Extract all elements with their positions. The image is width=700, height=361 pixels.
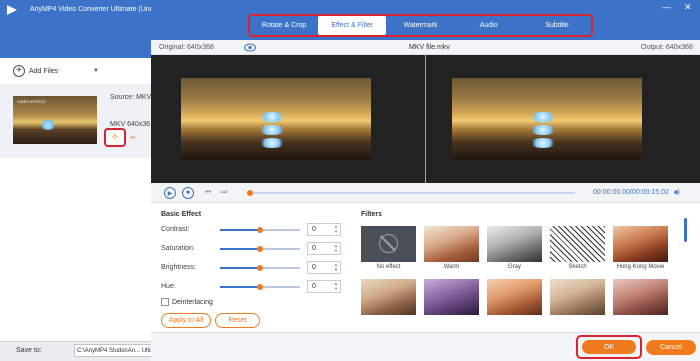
tab-rotate-crop[interactable]: Rotate & Crop	[250, 16, 318, 35]
stop-icon[interactable]: ■	[182, 187, 194, 199]
hue-control: Hue: 0 ▲ ▼	[161, 280, 341, 293]
preview-area	[151, 55, 700, 183]
filter-thumbnail[interactable]	[550, 279, 605, 315]
saturation-control: Saturation: 0 ▲ ▼	[161, 242, 341, 255]
app-logo-icon	[7, 5, 17, 15]
output-sun	[530, 112, 556, 148]
brightness-slider-handle[interactable]	[257, 265, 263, 271]
original-preview	[151, 55, 425, 183]
filter-label: Hong Kong Movie	[616, 264, 665, 270]
eye-icon[interactable]	[244, 43, 256, 52]
cancel-button[interactable]: Cancel	[646, 340, 696, 355]
timeline-handle[interactable]	[247, 190, 253, 196]
filter-thumbnail[interactable]	[487, 279, 542, 315]
editor-tabs: Rotate & Crop Effect & Filter Watermark …	[248, 14, 593, 37]
output-video-frame	[452, 78, 642, 160]
contrast-slider[interactable]	[220, 227, 300, 233]
checkbox-icon	[161, 298, 169, 306]
add-files-label: Add Files	[29, 67, 59, 75]
editor-header: — ✕ Rotate & Crop Effect & Filter Waterm…	[151, 0, 700, 40]
hue-stepper[interactable]: 0 ▲ ▼	[307, 280, 341, 293]
filter-hong-kong-movie[interactable]	[613, 226, 668, 262]
no-effect-icon	[379, 234, 398, 253]
filter-label: No effect	[376, 264, 401, 270]
hue-label: Hue:	[161, 283, 176, 290]
output-resolution-label: Output: 640x368	[641, 44, 693, 51]
original-sun	[259, 112, 285, 148]
reset-button[interactable]: Reset	[215, 313, 260, 328]
deinterlacing-checkbox[interactable]: Deinterlacing	[161, 298, 213, 306]
save-path-field[interactable]: C:\AnyMP4 Studio\An... Ultimate\C	[74, 344, 152, 357]
filter-thumbnail[interactable]	[613, 279, 668, 315]
preview-file-name: MKV file.mkv	[409, 44, 450, 51]
brightness-stepper[interactable]: 0 ▲ ▼	[307, 261, 341, 274]
filter-label: Sketch	[568, 264, 587, 270]
filter-no-effect[interactable]	[361, 226, 416, 262]
original-video-frame	[181, 78, 371, 160]
contrast-control: Contrast: 0 ▲ ▼	[161, 223, 341, 236]
ok-button[interactable]: OK	[582, 340, 636, 354]
edit-effect-button[interactable]: ✧	[104, 128, 126, 147]
minimize-icon[interactable]: —	[662, 2, 671, 12]
deinterlacing-label: Deinterlacing	[172, 298, 213, 306]
scissors-icon[interactable]: ✂	[130, 134, 136, 142]
hue-slider-handle[interactable]	[257, 284, 263, 290]
saturation-slider[interactable]	[220, 246, 300, 252]
add-files-button[interactable]: + Add Files	[13, 65, 58, 77]
save-to-label: Save to:	[16, 347, 42, 354]
tab-subtitle[interactable]: Subtitle	[523, 16, 591, 35]
contrast-label: Contrast:	[161, 226, 190, 233]
brightness-control: Brightness: 0 ▲ ▼	[161, 261, 341, 274]
app-header-area	[0, 20, 151, 58]
filter-gray[interactable]	[487, 226, 542, 262]
filter-label: Warm	[443, 264, 460, 270]
app-title: AnyMP4 Video Converter Ultimate (Unr	[30, 6, 153, 13]
tab-watermark[interactable]: Watermark	[386, 16, 454, 35]
filters-scrollbar[interactable]	[684, 218, 687, 242]
filter-thumbnail[interactable]	[424, 279, 479, 315]
filters-title: Filters	[361, 211, 383, 218]
plus-icon: +	[13, 65, 25, 77]
previous-frame-icon[interactable]: ⏮	[202, 187, 214, 199]
contrast-slider-handle[interactable]	[257, 227, 263, 233]
brightness-label: Brightness:	[161, 264, 197, 271]
thumbnail-sun	[41, 120, 55, 130]
filter-label: Gray	[507, 264, 521, 270]
play-icon[interactable]: ▶	[164, 187, 176, 199]
close-icon[interactable]: ✕	[684, 2, 692, 13]
effect-editor-window: — ✕ Rotate & Crop Effect & Filter Waterm…	[151, 0, 700, 361]
tab-effect-filter[interactable]: Effect & Filter	[318, 16, 387, 35]
volume-icon[interactable]: 🔊︎	[674, 187, 680, 198]
original-resolution-label: Original: 640x368	[159, 44, 214, 51]
filter-sketch[interactable]	[550, 226, 605, 262]
magic-wand-icon: ✧	[110, 132, 120, 143]
ok-highlight: OK	[576, 335, 642, 359]
tab-audio[interactable]: Audio	[455, 16, 523, 35]
saturation-slider-handle[interactable]	[257, 246, 263, 252]
next-frame-icon[interactable]: ⏭	[218, 187, 230, 199]
saturation-stepper[interactable]: 0 ▲ ▼	[307, 242, 341, 255]
video-thumbnail[interactable]: VIDEO EFFECT	[13, 96, 97, 144]
apply-to-all-button[interactable]: Apply to All	[161, 313, 211, 328]
filter-thumbnail[interactable]	[361, 279, 416, 315]
time-readout: 00:00:00.00/00:00:15.02	[593, 189, 669, 196]
contrast-stepper[interactable]: 0 ▲ ▼	[307, 223, 341, 236]
thumbnail-caption: VIDEO EFFECT	[17, 99, 47, 104]
brightness-slider[interactable]	[220, 265, 300, 271]
filter-warm[interactable]	[424, 226, 479, 262]
player-controls: ▶ ■ ⏮ ⏭ 00:00:00.00/00:00:15.02 🔊︎	[151, 183, 700, 203]
output-preview	[426, 55, 700, 183]
basic-effect-title: Basic Effect	[161, 211, 202, 218]
timeline-slider[interactable]	[247, 190, 575, 196]
chevron-down-icon[interactable]: ▼	[93, 68, 99, 74]
preview-info-bar: Original: 640x368 MKV file.mkv Output: 6…	[151, 40, 700, 55]
hue-slider[interactable]	[220, 284, 300, 290]
saturation-label: Saturation:	[161, 245, 195, 252]
source-format-label: Source: MKV	[110, 94, 152, 101]
file-format-label: MKV 640x36	[110, 121, 151, 128]
